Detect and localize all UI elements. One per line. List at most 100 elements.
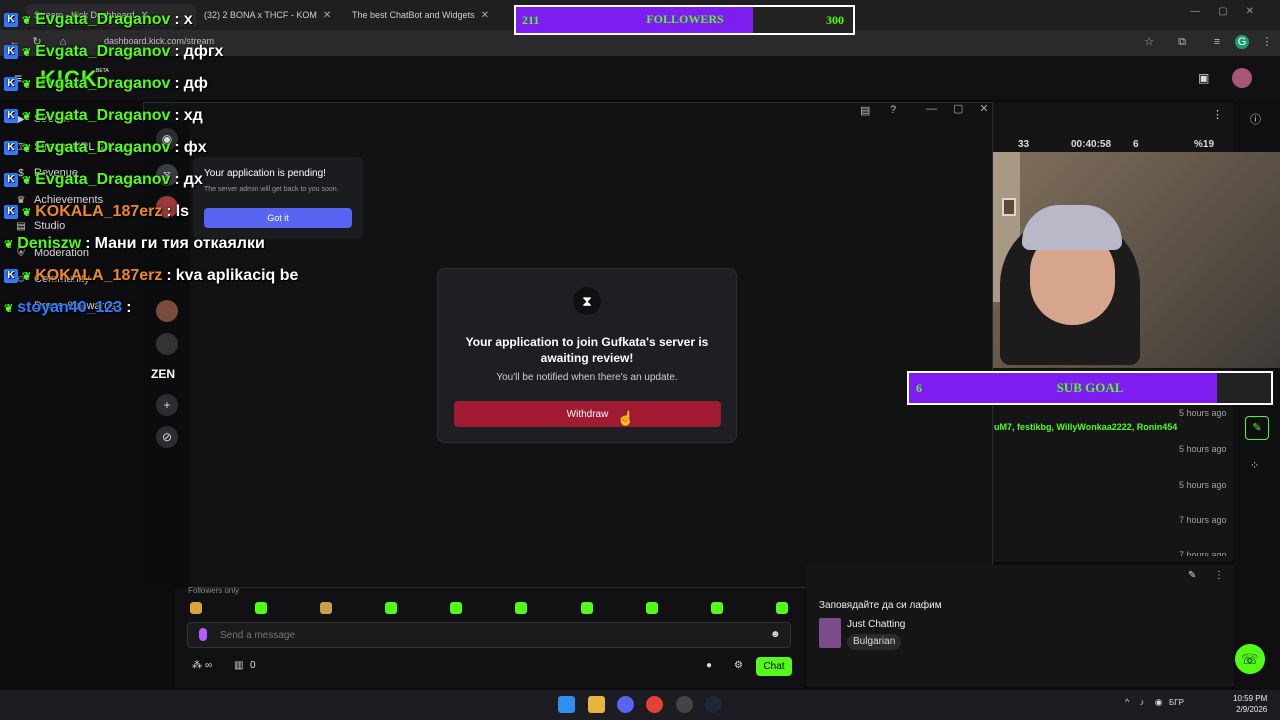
emote-icon[interactable] xyxy=(515,602,527,614)
overlay-chat-line: K ❦ Evgata_Draganov: дф xyxy=(4,75,208,93)
nodes-icon[interactable]: ⁘ xyxy=(1250,459,1259,472)
settings-icon[interactable]: ⚙ xyxy=(734,660,743,671)
time-ago: 5 hours ago xyxy=(1179,480,1227,490)
window-controls[interactable]: —▢✕ xyxy=(1190,6,1272,17)
kick-badge-icon: K xyxy=(4,77,18,91)
bookmark-icon[interactable]: ☆ xyxy=(1142,35,1156,49)
emote-icon[interactable] xyxy=(385,602,397,614)
points-icon[interactable]: ⁂ xyxy=(192,660,202,671)
extensions-icon[interactable]: ⧉ xyxy=(1175,35,1189,49)
emote-icon[interactable] xyxy=(646,602,658,614)
add-server-icon[interactable]: + xyxy=(156,394,178,416)
server-zen[interactable]: ZEN xyxy=(151,367,175,381)
emote-icon[interactable] xyxy=(255,602,267,614)
emoji-icon[interactable]: ☻ xyxy=(770,629,781,640)
menu-icon[interactable]: ⋮ xyxy=(1260,35,1274,49)
chrome-icon[interactable] xyxy=(646,696,663,713)
withdraw-button[interactable]: Withdraw xyxy=(454,401,721,427)
chat-bubble-icon[interactable]: ● xyxy=(706,660,712,671)
server-icon[interactable] xyxy=(156,333,178,355)
support-icon[interactable]: ☏ xyxy=(1235,644,1265,674)
pending-title: Your application is pending! xyxy=(204,168,326,179)
kick-badge-icon: K xyxy=(4,45,18,59)
clock-time: 10:59 PM xyxy=(1233,694,1268,703)
taskbar xyxy=(0,690,1280,720)
more-icon[interactable]: ⋮ xyxy=(1212,108,1223,121)
inbox-icon[interactable]: ▤ xyxy=(860,104,870,117)
tab-chatbot[interactable]: The best ChatBot and Widgets ✕ xyxy=(344,4,504,26)
time-ago: 7 hours ago xyxy=(1179,515,1227,525)
close-icon[interactable]: ✕ xyxy=(323,10,331,21)
emote-icon[interactable] xyxy=(320,602,332,614)
media-icon[interactable]: ≡ xyxy=(1210,35,1224,49)
language-indicator[interactable]: БГР xyxy=(1169,698,1184,707)
server-icon[interactable] xyxy=(156,300,178,322)
leaf-icon: ❦ xyxy=(22,14,32,27)
tab-label: The best ChatBot and Widgets xyxy=(352,10,475,20)
followers-goal: 300 xyxy=(826,13,844,27)
got-it-button[interactable]: Got it xyxy=(204,208,352,228)
kick-badge-icon: K xyxy=(4,205,18,219)
uptime: 00:40:58 xyxy=(1071,139,1112,150)
kick-badge-icon: K xyxy=(4,269,18,283)
overlay-chat-line: K ❦ KOKALA_187erz: ls xyxy=(4,203,189,221)
time-ago: 5 hours ago xyxy=(1179,408,1227,418)
system-tray[interactable]: ^ ♪ ◉ xyxy=(1125,697,1167,708)
dialog-title: Your application to join Gufkata's serve… xyxy=(465,335,709,365)
leaf-icon: ❦ xyxy=(22,270,32,283)
wrench-icon[interactable]: ✎ xyxy=(1245,416,1269,440)
emote-icon[interactable] xyxy=(776,602,788,614)
steam-icon[interactable] xyxy=(705,696,722,713)
close-icon[interactable]: ✕ xyxy=(481,10,489,21)
overlay-chat-line: K ❦ Evgata_Draganov: дфгх xyxy=(4,43,223,61)
sidebar-item-studio[interactable]: ▤ Studio xyxy=(16,220,65,232)
overlay-chat-line: ❦ stoyan40_123: xyxy=(4,299,132,316)
studio-toggle-icon[interactable]: ▣ xyxy=(1198,71,1209,85)
kick-badge-icon: K xyxy=(4,141,18,155)
stream-category[interactable]: Just Chatting xyxy=(847,619,905,630)
overlay-chat-line: K ❦ KOKALA_187erz: kva aplikaciq be xyxy=(4,267,298,285)
gift-icon[interactable]: ▥ xyxy=(234,660,243,671)
windows-start-icon[interactable] xyxy=(558,696,575,713)
more-icon[interactable]: ⋮ xyxy=(1214,570,1224,581)
help-icon[interactable]: ? xyxy=(890,104,896,116)
obs-icon[interactable] xyxy=(676,696,693,713)
info-icon[interactable]: ⓘ xyxy=(1250,111,1261,127)
hourglass-icon: ⧗ xyxy=(573,287,601,315)
mic-icon[interactable] xyxy=(199,628,207,641)
gifts-count: 0 xyxy=(250,660,256,671)
viewers-count: 33 xyxy=(1018,139,1030,150)
sub-goal-label: SUB GOAL xyxy=(1056,380,1124,395)
stream-title: Заповядайте да си лафим xyxy=(819,600,942,611)
profile-icon[interactable]: G xyxy=(1235,35,1249,49)
dialog-subtitle: You'll be notified when there's an updat… xyxy=(496,372,678,383)
emote-icon[interactable] xyxy=(581,602,593,614)
followers-current: 211 xyxy=(522,13,540,27)
discover-icon[interactable]: ⊘ xyxy=(156,426,178,448)
stream-tag[interactable]: Bulgarian xyxy=(847,634,902,650)
emote-icon[interactable] xyxy=(711,602,723,614)
file-explorer-icon[interactable] xyxy=(588,696,605,713)
leaf-icon: ❦ xyxy=(22,110,32,123)
overlay-chat-line: K ❦ Evgata_Draganov: x xyxy=(4,11,193,29)
discord-icon[interactable] xyxy=(617,696,634,713)
time-ago: 7 hours ago xyxy=(1179,550,1227,556)
leaf-icon: ❦ xyxy=(22,142,32,155)
emote-icon[interactable] xyxy=(190,602,202,614)
emote-icon[interactable] xyxy=(450,602,462,614)
taskbar-clock[interactable]: 10:59 PM 2/9/2026 xyxy=(1233,693,1267,715)
time-ago: 5 hours ago xyxy=(1179,444,1227,454)
kick-badge-icon: K xyxy=(4,109,18,123)
discord-window-controls[interactable]: —▢✕ xyxy=(926,102,1005,115)
overlay-chat-line: K ❦ Evgata_Draganov: дх xyxy=(4,171,203,189)
beta-badge: BETA xyxy=(96,68,109,74)
edit-icon[interactable]: ✎ xyxy=(1188,570,1196,581)
avatar[interactable] xyxy=(1232,68,1252,88)
kick-badge-icon: K xyxy=(4,13,18,27)
tab-label: (32) 2 BONA x THCF - KOM xyxy=(204,10,317,20)
kick-badge-icon: K xyxy=(4,173,18,187)
leaf-icon: ❦ xyxy=(22,78,32,91)
chat-message-input[interactable] xyxy=(187,622,791,648)
send-chat-button[interactable]: Chat xyxy=(756,657,792,676)
tab-youtube[interactable]: (32) 2 BONA x THCF - KOM ✕ xyxy=(196,4,338,26)
